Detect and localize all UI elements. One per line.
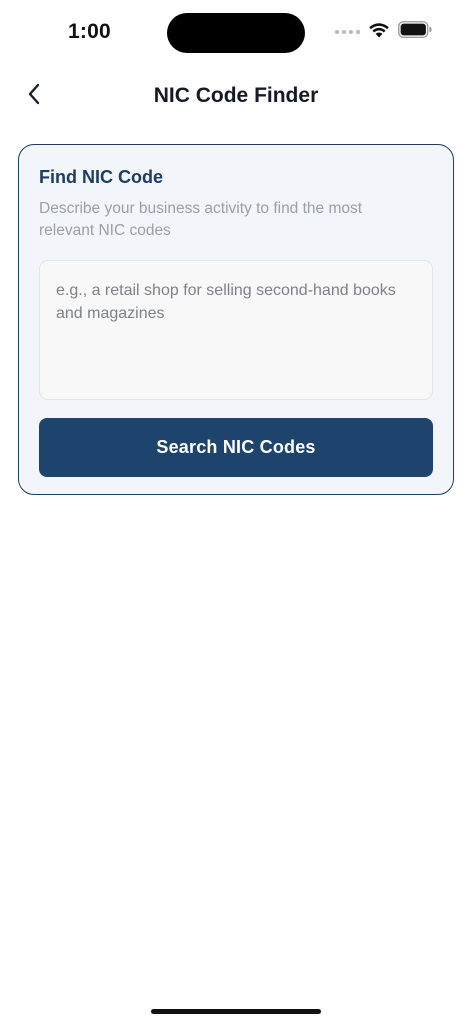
page-title: NIC Code Finder	[153, 84, 319, 107]
dynamic-island	[167, 13, 305, 53]
status-time: 1:00	[68, 20, 111, 43]
business-activity-input[interactable]	[39, 260, 433, 400]
status-icons	[335, 21, 432, 43]
card-description: Describe your business activity to find …	[39, 200, 363, 239]
status-bar: 1:00	[0, 0, 472, 62]
cellular-signal-icon	[335, 30, 360, 34]
screen: 1:00 NIC Code Finder Find NIC Code Descr…	[0, 0, 472, 1024]
home-indicator[interactable]	[151, 1009, 321, 1014]
search-nic-codes-button[interactable]: Search NIC Codes	[39, 418, 433, 477]
nav-bar: NIC Code Finder	[0, 72, 472, 120]
card-title: Find NIC Code	[39, 167, 163, 187]
battery-icon	[398, 21, 432, 43]
find-nic-code-card: Find NIC Code Describe your business act…	[18, 144, 454, 495]
wifi-icon	[368, 22, 390, 43]
